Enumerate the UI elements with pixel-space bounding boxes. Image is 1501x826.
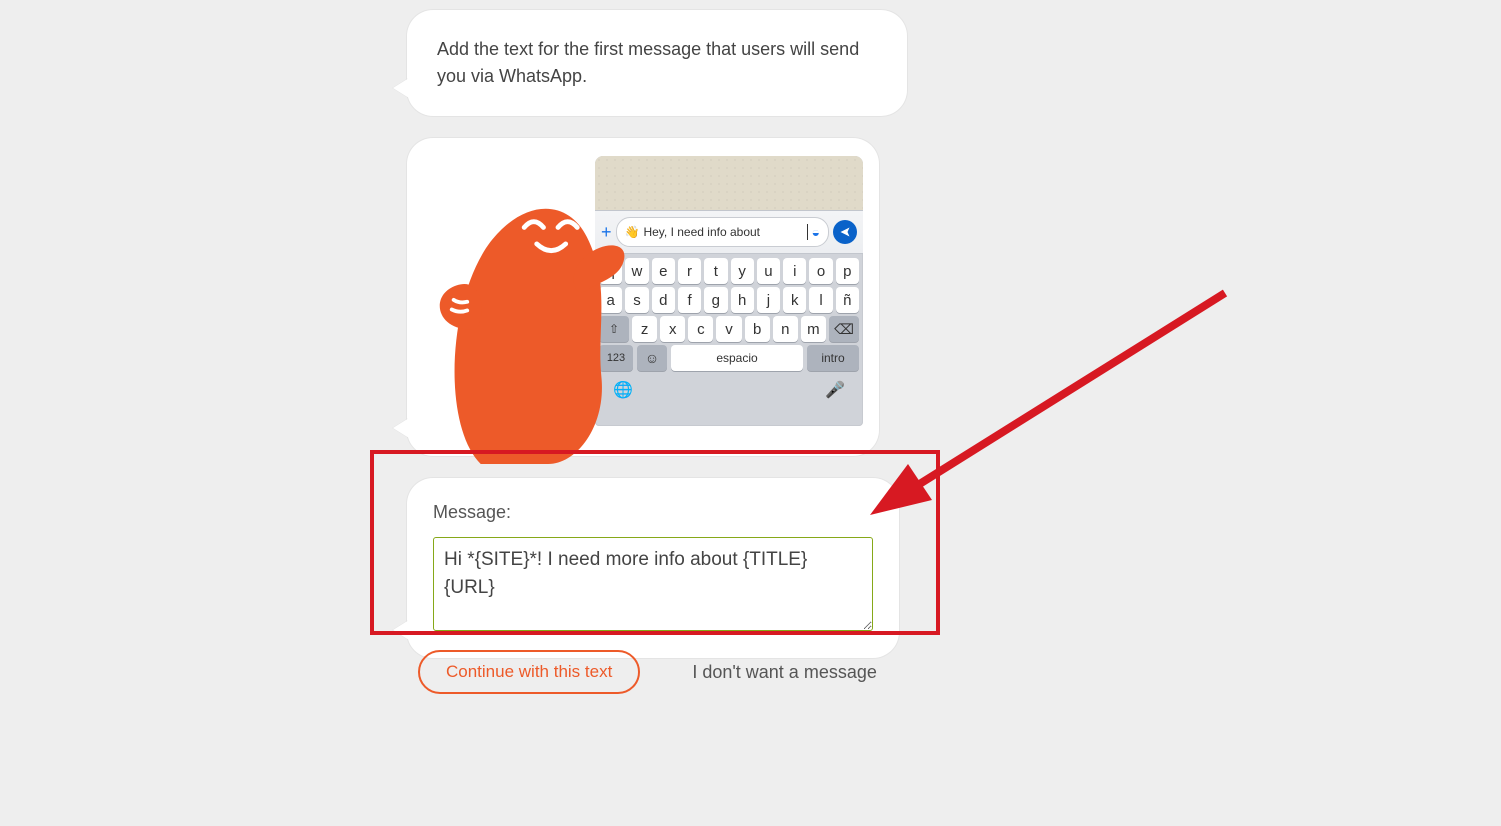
key: f — [678, 287, 701, 313]
message-form-bubble: Message: Hi *{SITE}*! I need more info a… — [407, 478, 899, 658]
skip-message-button[interactable]: I don't want a message — [686, 661, 883, 684]
continue-button[interactable]: Continue with this text — [418, 650, 640, 694]
mic-icon: 🎤 — [825, 380, 845, 400]
message-input[interactable]: Hi *{SITE}*! I need more info about {TIT… — [433, 537, 873, 631]
key: l — [809, 287, 832, 313]
text-cursor — [807, 224, 808, 240]
keyboard-row-1: q w e r t y u i o p — [599, 258, 859, 284]
keyboard-row-4: 123 ☺ espacio intro — [599, 345, 859, 371]
illustration-bubble: + 👋 Hey, I need info about ◒ q w — [407, 138, 879, 456]
bubble-tail — [393, 418, 409, 438]
key: n — [773, 316, 798, 342]
backspace-key-icon: ⌫ — [829, 316, 859, 342]
key: p — [836, 258, 859, 284]
key: j — [757, 287, 780, 313]
key: b — [745, 316, 770, 342]
phone-input-pill: 👋 Hey, I need info about ◒ — [616, 217, 829, 247]
keyboard-row-2: a s d f g h j k l ñ — [599, 287, 859, 313]
key: z — [632, 316, 657, 342]
key: o — [809, 258, 832, 284]
space-key: espacio — [671, 345, 803, 371]
key: g — [704, 287, 727, 313]
actions-row: Continue with this text I don't want a m… — [418, 650, 883, 694]
key: t — [704, 258, 727, 284]
bubble-tail — [393, 620, 409, 640]
key: v — [716, 316, 741, 342]
chat-background — [595, 156, 863, 210]
key: ñ — [836, 287, 859, 313]
key: e — [652, 258, 675, 284]
key: u — [757, 258, 780, 284]
keyboard: q w e r t y u i o p a s d — [595, 254, 863, 404]
key: y — [731, 258, 754, 284]
instruction-text: Add the text for the first message that … — [437, 36, 877, 90]
key: d — [652, 287, 675, 313]
bubble-tail — [393, 78, 409, 98]
phone-input-row: + 👋 Hey, I need info about ◒ — [595, 210, 863, 254]
key: c — [688, 316, 713, 342]
enter-key: intro — [807, 345, 859, 371]
key: i — [783, 258, 806, 284]
phone-mockup: + 👋 Hey, I need info about ◒ q w — [595, 156, 863, 426]
key: h — [731, 287, 754, 313]
keyboard-footer: 🌐 🎤 — [599, 374, 859, 404]
keyboard-row-3: ⇧ z x c v b n m ⌫ — [599, 316, 859, 342]
key: k — [783, 287, 806, 313]
phone-input-text: Hey, I need info about — [643, 225, 802, 239]
emoji-key-icon: ☺ — [637, 345, 667, 371]
message-field-label: Message: — [433, 502, 873, 523]
sticker-icon: ◒ — [812, 224, 820, 240]
key: m — [801, 316, 826, 342]
send-icon — [833, 220, 857, 244]
instruction-bubble: Add the text for the first message that … — [407, 10, 907, 116]
mascot-illustration — [429, 184, 629, 464]
key: x — [660, 316, 685, 342]
key: r — [678, 258, 701, 284]
